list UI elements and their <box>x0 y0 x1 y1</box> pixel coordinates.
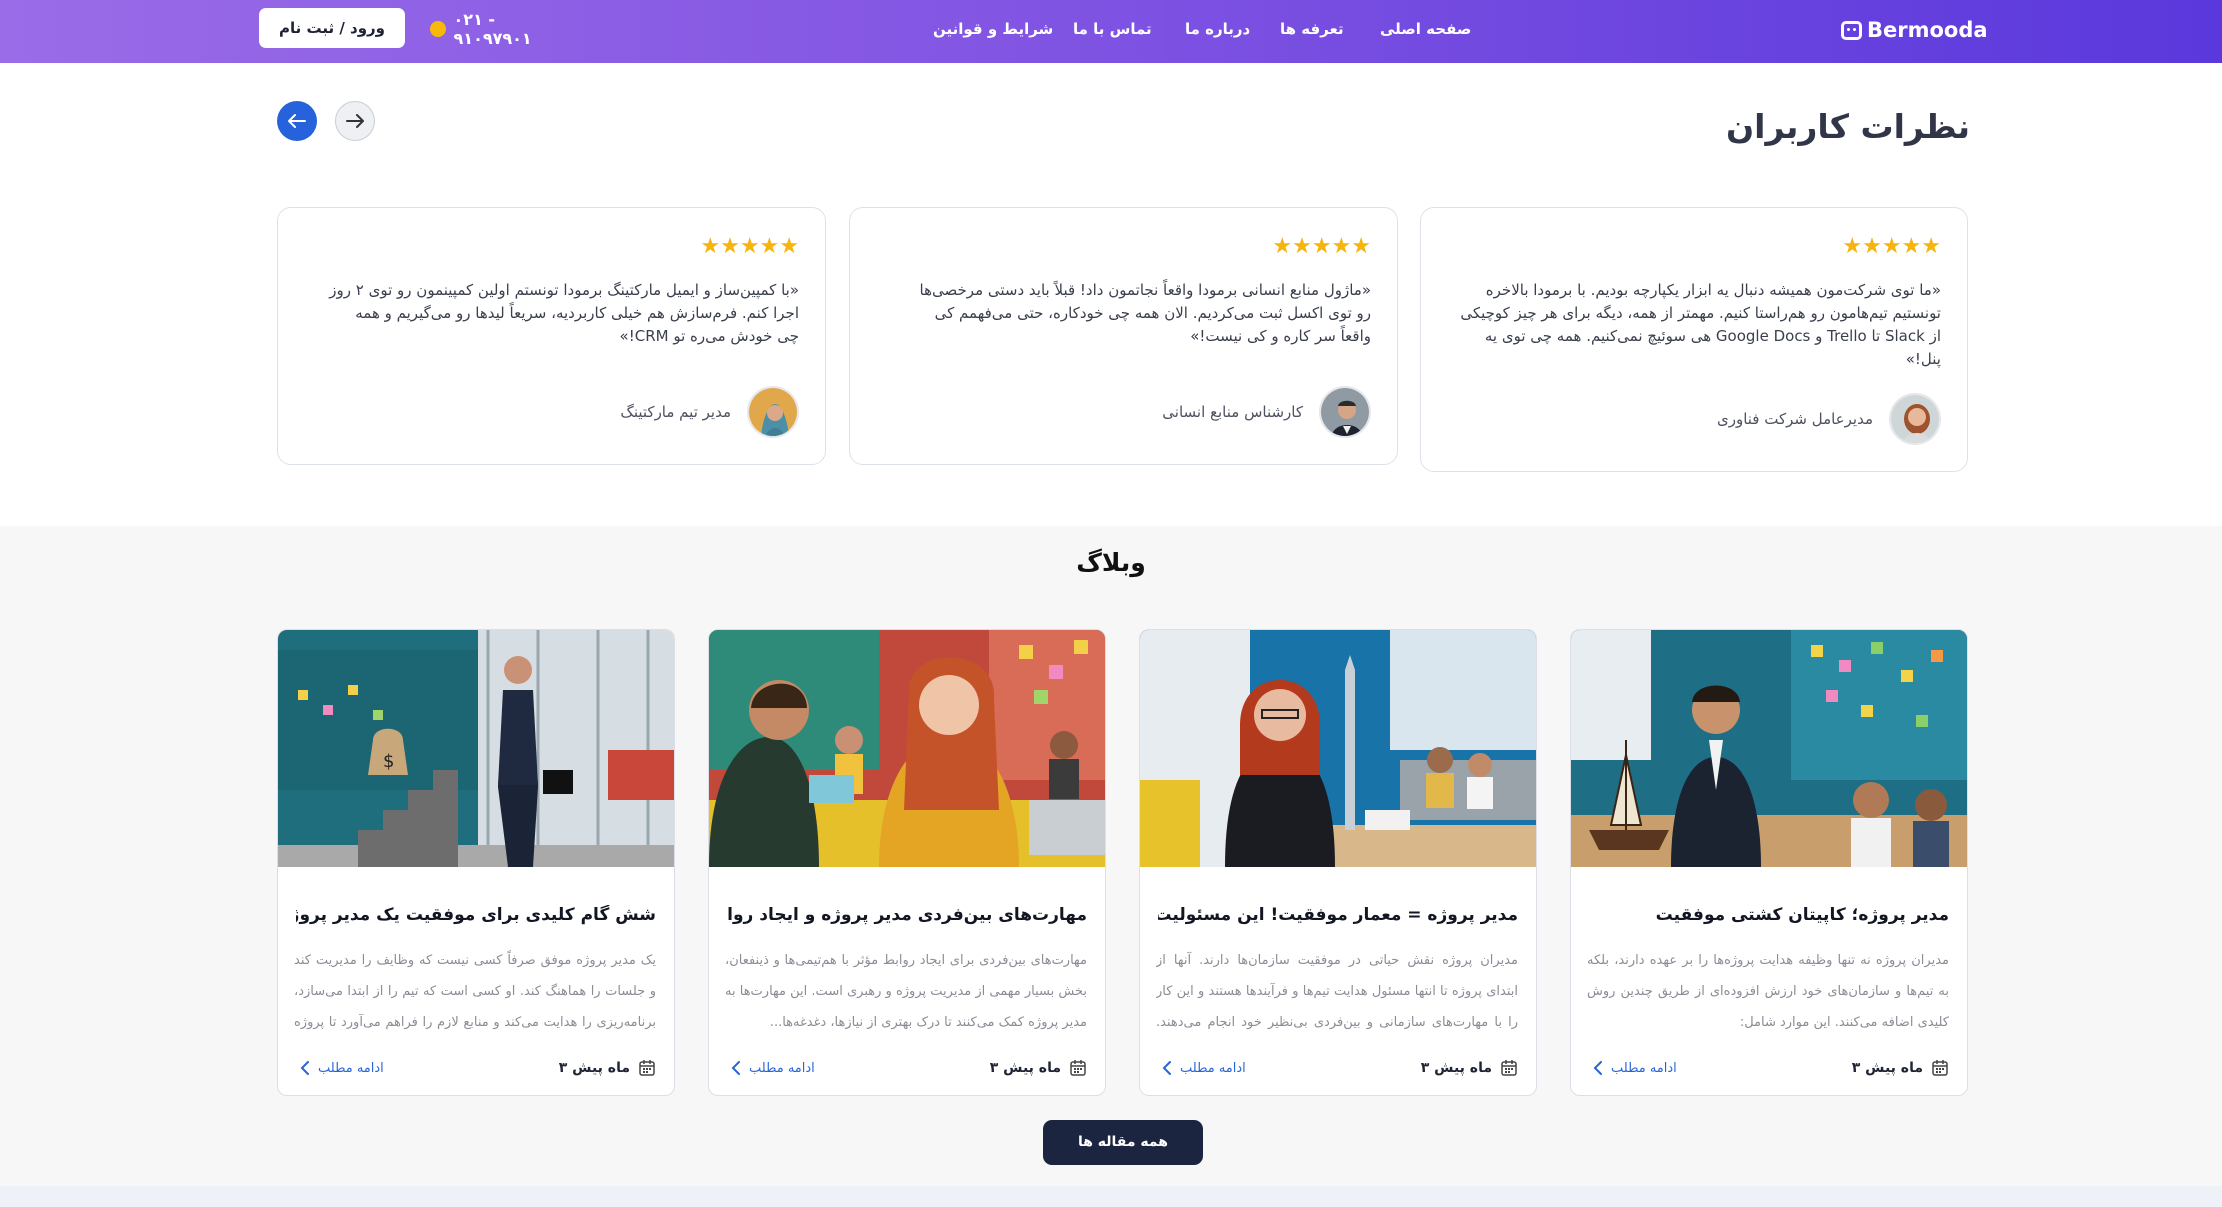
read-more-label: ادامه مطلب <box>749 1060 815 1076</box>
blog-post-title[interactable]: مهارت‌های بین‌فردی مدیر پروژه و ایجاد رو… <box>727 905 1087 925</box>
chevron-left-icon <box>1162 1061 1171 1075</box>
testimonial-quote: «با کمپین‌ساز و ایمیل مارکتینگ برمودا تو… <box>329 281 799 345</box>
post-date-text: ۳ ماه پیش <box>1420 1060 1492 1076</box>
nav-pricing[interactable]: تعرفه ها <box>1280 15 1344 43</box>
nav-home[interactable]: صفحه اصلی <box>1380 15 1471 43</box>
footer-strip <box>0 1186 2222 1207</box>
calendar-icon <box>1932 1060 1948 1076</box>
chevron-left-icon <box>731 1061 740 1075</box>
blog-image-interpersonal-skills <box>709 630 1105 867</box>
read-more-link[interactable]: ادامه مطلب <box>1162 1056 1246 1080</box>
blog-title: وبلاگ <box>1076 548 1146 577</box>
read-more-link[interactable]: ادامه مطلب <box>731 1056 815 1080</box>
blog-card[interactable]: مدیر پروژه؛ کاپیتان کشتی موفقیت مدیران پ… <box>1570 629 1968 1096</box>
blog-post-excerpt: یک مدیر پروژه موفق صرفاً کسی نیست که وظا… <box>294 953 656 1030</box>
author-role: کارشناس منابع انسانی <box>1162 403 1303 421</box>
blog-post-title[interactable]: شش گام کلیدی برای موفقیت یک مدیر پروژه <box>296 905 656 925</box>
chevron-left-icon <box>1593 1061 1602 1075</box>
blog-post-title[interactable]: مدیر پروژه = معمار موفقیت! این مسئولیت ه… <box>1158 905 1518 925</box>
phone-text: ۰۲۱ - ۹۱۰۹۷۹۰۱ <box>453 10 532 48</box>
calendar-icon <box>639 1060 655 1076</box>
blog-card[interactable]: مدیر پروژه = معمار موفقیت! این مسئولیت ه… <box>1139 629 1537 1096</box>
brand-logo[interactable]: Bermooda <box>1841 14 1989 46</box>
post-date: ۳ ماه پیش <box>990 1056 1087 1080</box>
svg-text:$: $ <box>383 751 394 772</box>
read-more-label: ادامه مطلب <box>318 1060 384 1076</box>
testimonial-quote: «ماژول منابع انسانی برمودا واقعاً نجاتمو… <box>919 281 1371 345</box>
post-date: ۳ ماه پیش <box>1421 1056 1518 1080</box>
post-date-text: ۳ ماه پیش <box>558 1060 630 1076</box>
carousel-prev-button[interactable] <box>277 101 317 141</box>
author-role: مدیر تیم مارکتینگ <box>620 403 731 421</box>
phone-number[interactable]: ۰۲۱ - ۹۱۰۹۷۹۰۱ <box>430 10 575 48</box>
avatar <box>1319 386 1371 438</box>
post-date-text: ۳ ماه پیش <box>1851 1060 1923 1076</box>
read-more-label: ادامه مطلب <box>1611 1060 1677 1076</box>
blog-post-excerpt: مهارت‌های بین‌فردی برای ایجاد روابط مؤثر… <box>725 953 1087 1030</box>
top-navbar: Bermooda صفحه اصلی تعرفه ها درباره ما تم… <box>0 0 2222 63</box>
testimonial-card: ★★★★★ «ماژول منابع انسانی برمودا واقعاً … <box>849 207 1398 465</box>
logo-mark-icon <box>1841 20 1862 40</box>
arrow-right-icon <box>346 114 364 128</box>
blog-post-excerpt: مدیران پروژه نقش حیاتی در موفقیت سازمان‌… <box>1156 953 1518 1030</box>
carousel-next-button[interactable] <box>335 101 375 141</box>
blog-card[interactable]: مهارت‌های بین‌فردی مدیر پروژه و ایجاد رو… <box>708 629 1106 1096</box>
testimonial-author: مدیر تیم مارکتینگ <box>620 384 799 440</box>
read-more-link[interactable]: ادامه مطلب <box>1593 1056 1677 1080</box>
post-date-text: ۳ ماه پیش <box>989 1060 1061 1076</box>
all-articles-button[interactable]: همه مقاله ها <box>1043 1120 1203 1165</box>
read-more-link[interactable]: ادامه مطلب <box>300 1056 384 1080</box>
nav-terms[interactable]: شرایط و قوانین <box>933 15 1053 43</box>
blog-post-title[interactable]: مدیر پروژه؛ کاپیتان کشتی موفقیت <box>1589 905 1949 925</box>
testimonial-author: مدیرعامل شرکت فناوری <box>1717 391 1941 447</box>
avatar <box>1889 393 1941 445</box>
blog-card[interactable]: $ شش گام کلیدی برای موفقیت یک مدیر پروژه… <box>277 629 675 1096</box>
login-register-button[interactable]: ورود / ثبت نام <box>259 8 405 48</box>
phone-status-dot-icon <box>430 21 446 37</box>
chevron-left-icon <box>300 1061 309 1075</box>
blog-image-ship-captain <box>1571 630 1967 867</box>
post-date: ۳ ماه پیش <box>559 1056 656 1080</box>
rating-stars-icon: ★★★★★ <box>1842 234 1941 259</box>
blog-image-stairs-success: $ <box>278 630 674 867</box>
testimonials-title: نظرات کاربران <box>1725 107 1970 146</box>
calendar-icon <box>1501 1060 1517 1076</box>
arrow-left-icon <box>288 114 306 128</box>
nav-about[interactable]: درباره ما <box>1185 15 1250 43</box>
calendar-icon <box>1070 1060 1086 1076</box>
author-role: مدیرعامل شرکت فناوری <box>1716 410 1873 428</box>
post-date: ۳ ماه پیش <box>1852 1056 1949 1080</box>
brand-name: Bermooda <box>1867 18 1988 42</box>
testimonial-card: ★★★★★ «با کمپین‌ساز و ایمیل مارکتینگ برم… <box>277 207 826 465</box>
rating-stars-icon: ★★★★★ <box>1272 234 1371 259</box>
rating-stars-icon: ★★★★★ <box>700 234 799 259</box>
read-more-label: ادامه مطلب <box>1180 1060 1246 1076</box>
blog-image-architect <box>1140 630 1536 867</box>
avatar <box>747 386 799 438</box>
testimonial-card: ★★★★★ «ما توی شرکت‌مون همیشه دنبال یه اب… <box>1420 207 1968 472</box>
testimonial-quote: «ما توی شرکت‌مون همیشه دنبال یه ابزار یک… <box>1460 281 1941 368</box>
testimonial-author: کارشناس منابع انسانی <box>1162 384 1371 440</box>
nav-contact[interactable]: تماس با ما <box>1073 15 1152 43</box>
blog-post-excerpt: مدیران پروژه نه تنها وظیفه هدایت پروژه‌ه… <box>1587 953 1949 1030</box>
